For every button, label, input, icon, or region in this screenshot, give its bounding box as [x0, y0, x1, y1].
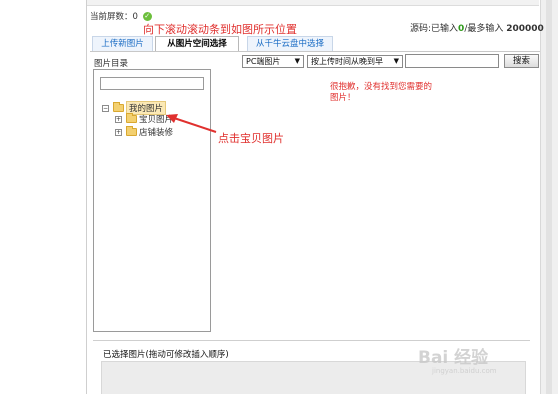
sort-select-value: 按上传时间从晚到早	[311, 57, 383, 66]
watermark-url: jingyan.baidu.com	[432, 367, 497, 375]
vertical-scrollbar[interactable]	[540, 0, 558, 394]
sort-select[interactable]: 按上传时间从晚到早 ▼	[307, 55, 403, 68]
directory-tree-panel: − 我的图片 + 宝贝图片 + 店铺装修	[93, 69, 211, 332]
directory-label: 图片目录	[94, 59, 129, 69]
annotation-scroll-hint: 向下滚动滚动条到如图所示位置	[143, 23, 297, 36]
screen-count-label: 当前屏数：0	[90, 12, 138, 22]
search-button[interactable]: 搜索	[504, 54, 539, 68]
source-max: 200000	[506, 24, 544, 34]
check-icon: ✓	[142, 12, 152, 21]
tree-search-input[interactable]	[100, 77, 204, 90]
left-border	[86, 0, 87, 394]
device-select[interactable]: PC端图片 ▼	[242, 55, 304, 68]
selected-images-label: 已选择图片(拖动可修改插入顺序)	[103, 350, 229, 360]
tab-upload-new[interactable]: 上传新图片	[92, 36, 153, 51]
source-count: 源码:已输入0/最多输入 200000	[410, 21, 544, 34]
dropdown-arrow-icon: ▼	[294, 57, 300, 65]
watermark-logo: Bai 经验	[418, 348, 489, 368]
tab-cloud-drive[interactable]: 从千牛云盘中选择	[247, 36, 333, 51]
scrollbar-track[interactable]	[546, 0, 552, 394]
folder-icon	[126, 113, 137, 123]
image-search-input[interactable]	[405, 54, 499, 68]
expand-icon[interactable]: +	[115, 115, 122, 123]
collapse-icon[interactable]: −	[102, 104, 109, 112]
annotation-arrow-icon	[166, 114, 217, 133]
top-editor-strip	[87, 0, 539, 6]
annotation-click-hint: 点击宝贝图片	[218, 132, 284, 145]
dropdown-arrow-icon: ▼	[393, 57, 399, 65]
empty-result-message: 很抱歉，没有找到您需要的图片！	[330, 82, 433, 103]
source-middle: /最多输入	[464, 24, 504, 34]
folder-icon	[126, 126, 137, 136]
device-select-value: PC端图片	[246, 57, 281, 66]
source-prefix: 源码:已输入	[410, 24, 459, 34]
tab-image-space[interactable]: 从图片空间选择	[155, 36, 239, 52]
folder-icon	[113, 102, 124, 112]
tab-divider	[90, 51, 540, 52]
expand-icon[interactable]: +	[115, 128, 122, 136]
